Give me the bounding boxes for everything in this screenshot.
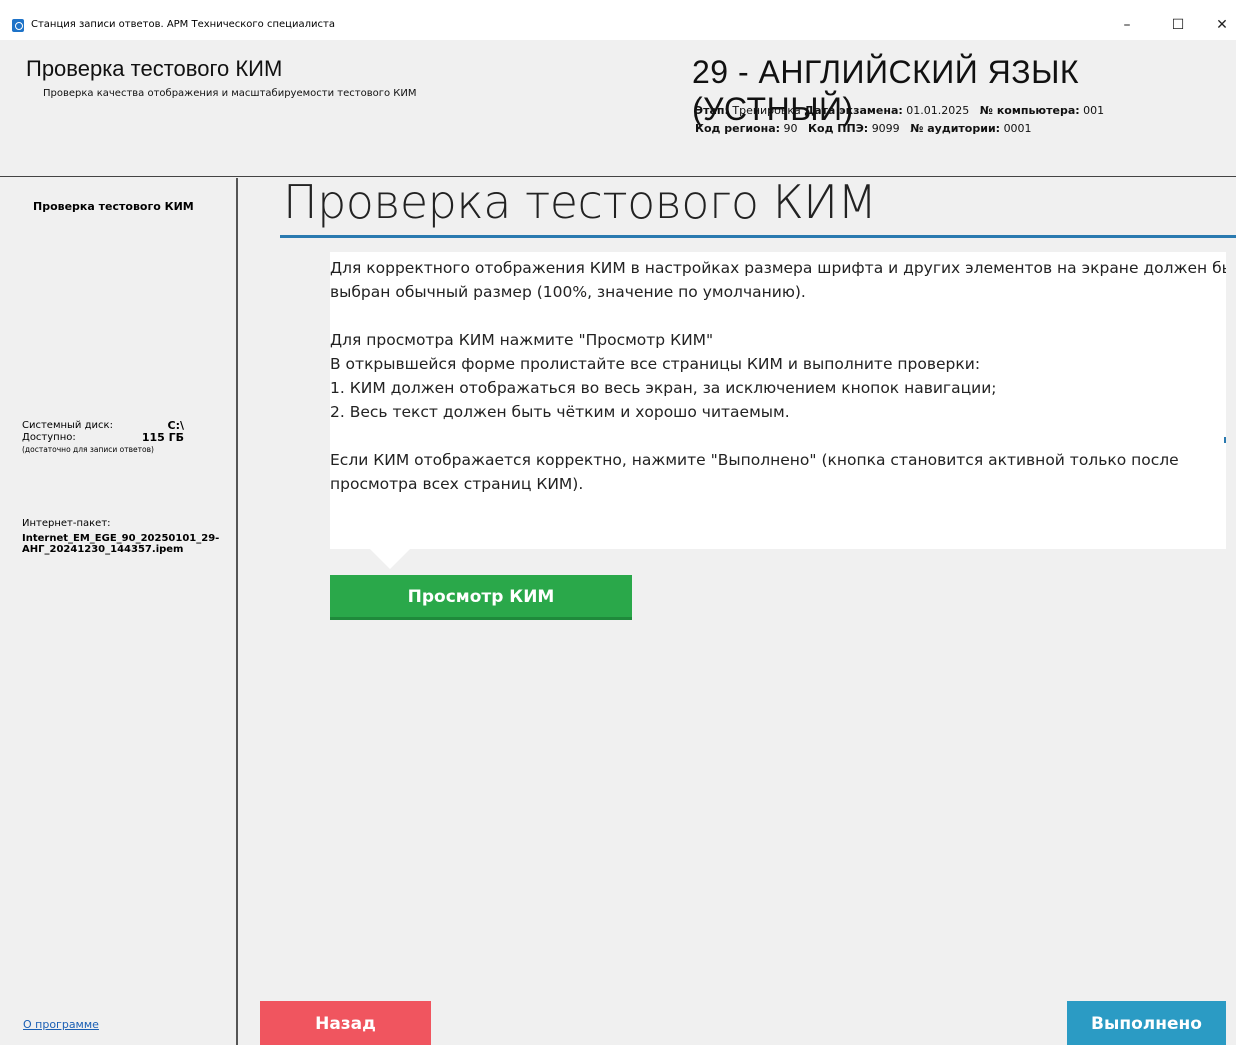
package-label: Интернет-пакет: [22,518,111,529]
computer-value: 001 [1083,104,1105,117]
stage-label: Этап: [695,104,729,117]
sidebar: Проверка тестового КИМ Системный диск: C… [0,178,238,1045]
window-titlebar: Станция записи ответов. АРМ Технического… [0,0,1236,40]
title-divider [280,235,1236,238]
instruction-line: Если КИМ отображается корректно, нажмите… [330,451,1179,469]
instructions-panel[interactable]: Для корректного отображения КИМ в настро… [330,252,1226,549]
exam-meta-line-1: Этап: Тренировка Дата экзамена: 01.01.20… [695,104,1104,117]
exam-meta-line-2: Код региона: 90 Код ППЭ: 9099 № аудитори… [695,122,1032,135]
disk-info: Системный диск: C:\ Доступно: 115 ГБ (до… [22,420,192,456]
done-button[interactable]: Выполнено [1067,1001,1226,1045]
page-header: Проверка тестового КИМ Проверка качества… [0,40,1236,177]
minimize-icon[interactable]: – [1112,14,1142,36]
instruction-line: просмотра всех страниц КИМ). [330,475,584,493]
instruction-line: Для корректного отображения КИМ в настро… [330,259,1226,277]
package-name: Internet_EM_EGE_90_20250101_29-АНГ_20241… [22,533,220,555]
ppe-value: 9099 [871,122,900,135]
room-label: № аудитории: [910,122,1001,135]
page-title: Проверка тестового КИМ [26,56,283,81]
stage-value: Тренировка [732,104,801,117]
back-button[interactable]: Назад [260,1001,431,1045]
disk-label: Системный диск: [22,420,113,431]
date-label: Дата экзамена: [804,104,903,117]
ppe-label: Код ППЭ: [808,122,869,135]
page-subtitle: Проверка качества отображения и масштаби… [43,88,417,99]
scrollbar-indicator[interactable] [1224,437,1226,443]
instruction-line: В открывшейся форме пролистайте все стра… [330,355,981,373]
view-kim-button[interactable]: Просмотр КИМ [330,575,632,620]
instructions-text: Для корректного отображения КИМ в настро… [330,256,1226,496]
instruction-line: 2. Весь текст должен быть чётким и хорош… [330,403,790,421]
about-link[interactable]: О программе [23,1018,99,1031]
window-title: Станция записи ответов. АРМ Технического… [31,19,335,30]
callout-pointer [370,549,410,569]
instruction-line: 1. КИМ должен отображаться во весь экран… [330,379,997,397]
room-value: 0001 [1003,122,1032,135]
close-icon[interactable]: ✕ [1207,14,1236,36]
free-value: 115 ГБ [141,431,184,444]
computer-label: № компьютера: [979,104,1080,117]
main-title: Проверка тестового КИМ [283,175,877,229]
sidebar-item-kim-check: Проверка тестового КИМ [33,200,194,213]
instruction-line: Для просмотра КИМ нажмите "Просмотр КИМ" [330,331,714,349]
app-icon [12,19,24,32]
region-value: 90 [783,122,798,135]
instruction-line: выбран обычный размер (100%, значение по… [330,283,806,301]
maximize-icon[interactable]: ☐ [1163,14,1193,36]
region-label: Код региона: [695,122,781,135]
free-note: (достаточно для записи ответов) [22,445,154,454]
date-value: 01.01.2025 [906,104,970,117]
free-label: Доступно: [22,432,76,443]
free-row: Доступно: 115 ГБ [22,432,192,444]
